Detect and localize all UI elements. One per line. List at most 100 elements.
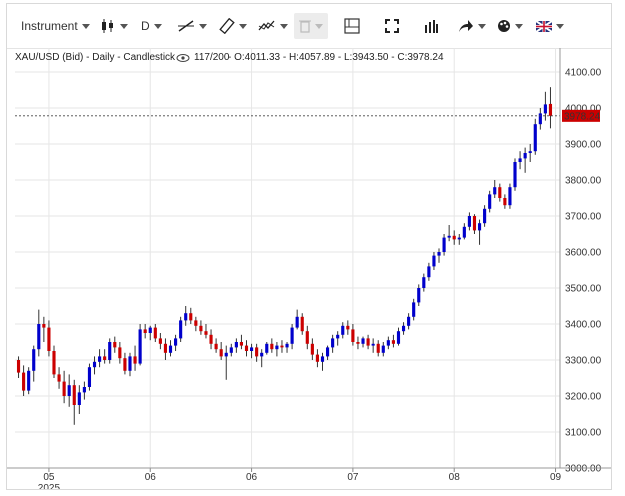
candle-body (250, 347, 254, 351)
candle-body (356, 342, 360, 344)
candle-body (47, 327, 51, 351)
price-tick-label: 4100.00 (565, 68, 602, 79)
candle-body (346, 325, 350, 330)
candle-body (325, 347, 330, 357)
candle-body (285, 343, 289, 348)
candle-body (82, 387, 86, 393)
candle-body (133, 356, 137, 364)
legend-ohlc-values: O:4011.33 - H:4057.89 - L:3943.50 - C:39… (234, 52, 444, 63)
candle-body (518, 158, 522, 162)
candle-body (234, 342, 238, 348)
candle-body (92, 361, 97, 368)
candle-body (204, 331, 208, 335)
candle-body (265, 343, 269, 353)
candle-body (214, 343, 218, 350)
candle-body (538, 113, 542, 125)
time-tick-label: 05 (43, 472, 55, 483)
candle-body (503, 198, 507, 206)
candle-body (72, 385, 76, 405)
candle-body (366, 338, 370, 346)
candle-body (467, 216, 471, 227)
candle-body (447, 235, 451, 238)
candle-body (498, 187, 502, 198)
time-tick-label: 07 (347, 472, 359, 483)
candle-body (87, 367, 92, 387)
candle-body (508, 187, 512, 206)
candle-body (57, 374, 61, 382)
candle-body (229, 347, 233, 353)
candle-body (174, 338, 178, 346)
candle-body (224, 352, 228, 357)
candle-body (255, 347, 259, 357)
candle-body (138, 329, 142, 364)
time-tick-label: 08 (449, 472, 461, 483)
candle-body (543, 104, 547, 114)
candle-body (361, 338, 365, 344)
candle-body (432, 255, 436, 267)
candle-body (533, 124, 537, 152)
candle-body (457, 237, 461, 240)
candle-body (113, 342, 117, 348)
candle-body (331, 338, 335, 348)
legend-title: XAU/USD (Bid) - Daily - Candlestick (15, 52, 176, 63)
visibility-eye-icon[interactable] (176, 54, 190, 62)
grid (15, 48, 560, 469)
candle-body (401, 325, 406, 332)
candle-body (315, 354, 319, 362)
candle-body (37, 324, 41, 350)
candle-body (320, 356, 325, 362)
candle-body (412, 302, 416, 317)
candle-body (528, 151, 532, 153)
candle-body (199, 325, 203, 332)
legend-counter: 117/200 (194, 52, 230, 63)
candle-body (143, 329, 147, 333)
candle-body (513, 162, 517, 188)
candle-body (442, 237, 446, 252)
candle-body (422, 277, 426, 288)
candle-body (16, 360, 21, 373)
candle-body (123, 358, 127, 371)
candle-body (219, 349, 223, 357)
candle-body (462, 226, 466, 238)
candle-body (477, 223, 482, 231)
candle-body (483, 208, 487, 224)
candle-body (371, 343, 375, 346)
candle-body (376, 343, 380, 353)
candle-body (103, 356, 107, 360)
price-tick-label: 3200.00 (565, 392, 602, 403)
candle-body (118, 347, 122, 359)
time-tick-label: 09 (550, 472, 562, 483)
candle-body (22, 372, 26, 391)
candle-body (437, 252, 441, 256)
candle-body (194, 320, 198, 326)
candle-body (189, 313, 193, 321)
candle-body (32, 349, 36, 371)
legend: XAU/USD (Bid) - Daily - Candlestick 117/… (15, 52, 444, 63)
candle-body (270, 343, 274, 350)
candle-body (336, 334, 340, 339)
candle-body (407, 316, 411, 326)
candle-body (168, 345, 173, 353)
candle-body (310, 343, 314, 355)
candle-body (153, 327, 157, 339)
candle-body (179, 320, 183, 339)
candle-body (209, 334, 213, 344)
candle-body (108, 342, 112, 360)
time-tick-label: 06 (246, 472, 258, 483)
candle-body (52, 351, 56, 375)
price-chart[interactable]: 4100.004000.003900.003800.003700.003600.… (7, 4, 611, 489)
candle-body (452, 235, 456, 240)
legend-ohlc: - O:4011.33 - H:4057.89 - L:3943.50 - C:… (228, 52, 444, 63)
candle-body (27, 370, 31, 391)
candle-body (427, 266, 431, 278)
candle-body (381, 345, 385, 353)
candle-body (493, 187, 497, 195)
price-tick-label: 3000.00 (565, 464, 602, 475)
candle-body (295, 316, 299, 328)
candle-body (351, 329, 355, 342)
candle-body (42, 324, 46, 328)
candle-body (488, 194, 492, 209)
price-tick-label: 3400.00 (565, 320, 602, 331)
candle-body (300, 316, 304, 332)
price-tick-label: 3500.00 (565, 284, 602, 295)
